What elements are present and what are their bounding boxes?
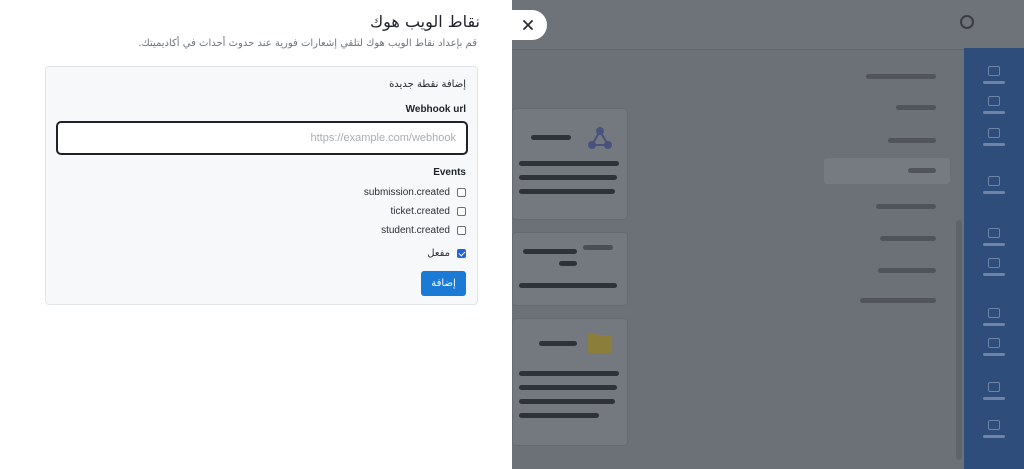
enabled-toggle-row[interactable]: مفعل xyxy=(427,248,466,259)
add-webhook-button[interactable]: إضافة xyxy=(421,271,466,296)
background-title-icon xyxy=(960,15,974,29)
webhook-url-label: Webhook url xyxy=(405,104,466,115)
event-checkbox[interactable] xyxy=(457,188,466,197)
close-icon xyxy=(522,20,533,30)
background-rail-item xyxy=(978,96,1010,124)
background-rail-item xyxy=(978,258,1010,286)
background-menu-item xyxy=(880,236,936,241)
background-menu-item xyxy=(860,298,936,303)
background-menu-item xyxy=(878,268,936,273)
event-option-submission-created[interactable]: submission.created xyxy=(364,187,466,198)
background-menu-item xyxy=(888,138,936,143)
background-rail-item xyxy=(978,420,1010,448)
event-checkbox[interactable] xyxy=(457,207,466,216)
background-menu-item xyxy=(896,105,936,110)
background-page xyxy=(512,0,1024,469)
background-card xyxy=(512,232,628,306)
event-label: submission.created xyxy=(363,187,450,198)
enabled-label: مفعل xyxy=(427,248,450,259)
background-topbar xyxy=(512,0,1024,50)
background-menu-item xyxy=(866,74,936,79)
drawer-title: نقاط الويب هوك xyxy=(369,12,480,31)
close-drawer-button[interactable] xyxy=(508,10,547,40)
webhook-url-input[interactable] xyxy=(56,121,468,155)
background-rail-item xyxy=(978,308,1010,336)
section-title: إضافة نقطة جديدة xyxy=(389,79,466,90)
webhooks-drawer: نقاط الويب هوك قم بإعداد نقاط الويب هوك … xyxy=(0,0,512,469)
add-webhook-panel: إضافة نقطة جديدة Webhook url Events subm… xyxy=(45,66,478,305)
background-rail-item xyxy=(978,66,1010,94)
background-rail-item xyxy=(978,338,1010,366)
background-sidebar-rail xyxy=(964,48,1024,469)
background-card xyxy=(512,108,628,220)
event-label: ticket.created xyxy=(390,206,450,217)
background-rail-item xyxy=(978,128,1010,156)
background-scrollbar xyxy=(956,220,962,460)
event-label: student.created xyxy=(381,225,450,236)
background-rail-item xyxy=(978,228,1010,256)
background-menu-item xyxy=(908,168,936,173)
enabled-checkbox[interactable] xyxy=(457,249,466,258)
background-rail-item xyxy=(978,382,1010,410)
background-card xyxy=(512,318,628,446)
event-option-ticket-created[interactable]: ticket.created xyxy=(391,206,466,217)
network-icon xyxy=(588,127,612,149)
events-label: Events xyxy=(433,167,466,178)
background-rail-item xyxy=(978,176,1010,204)
event-option-student-created[interactable]: student.created xyxy=(381,225,466,236)
event-checkbox[interactable] xyxy=(457,226,466,235)
background-menu-item xyxy=(876,204,936,209)
folder-icon xyxy=(588,333,612,353)
drawer-description: قم بإعداد نقاط الويب هوك لتلقي إشعارات ف… xyxy=(138,38,477,49)
